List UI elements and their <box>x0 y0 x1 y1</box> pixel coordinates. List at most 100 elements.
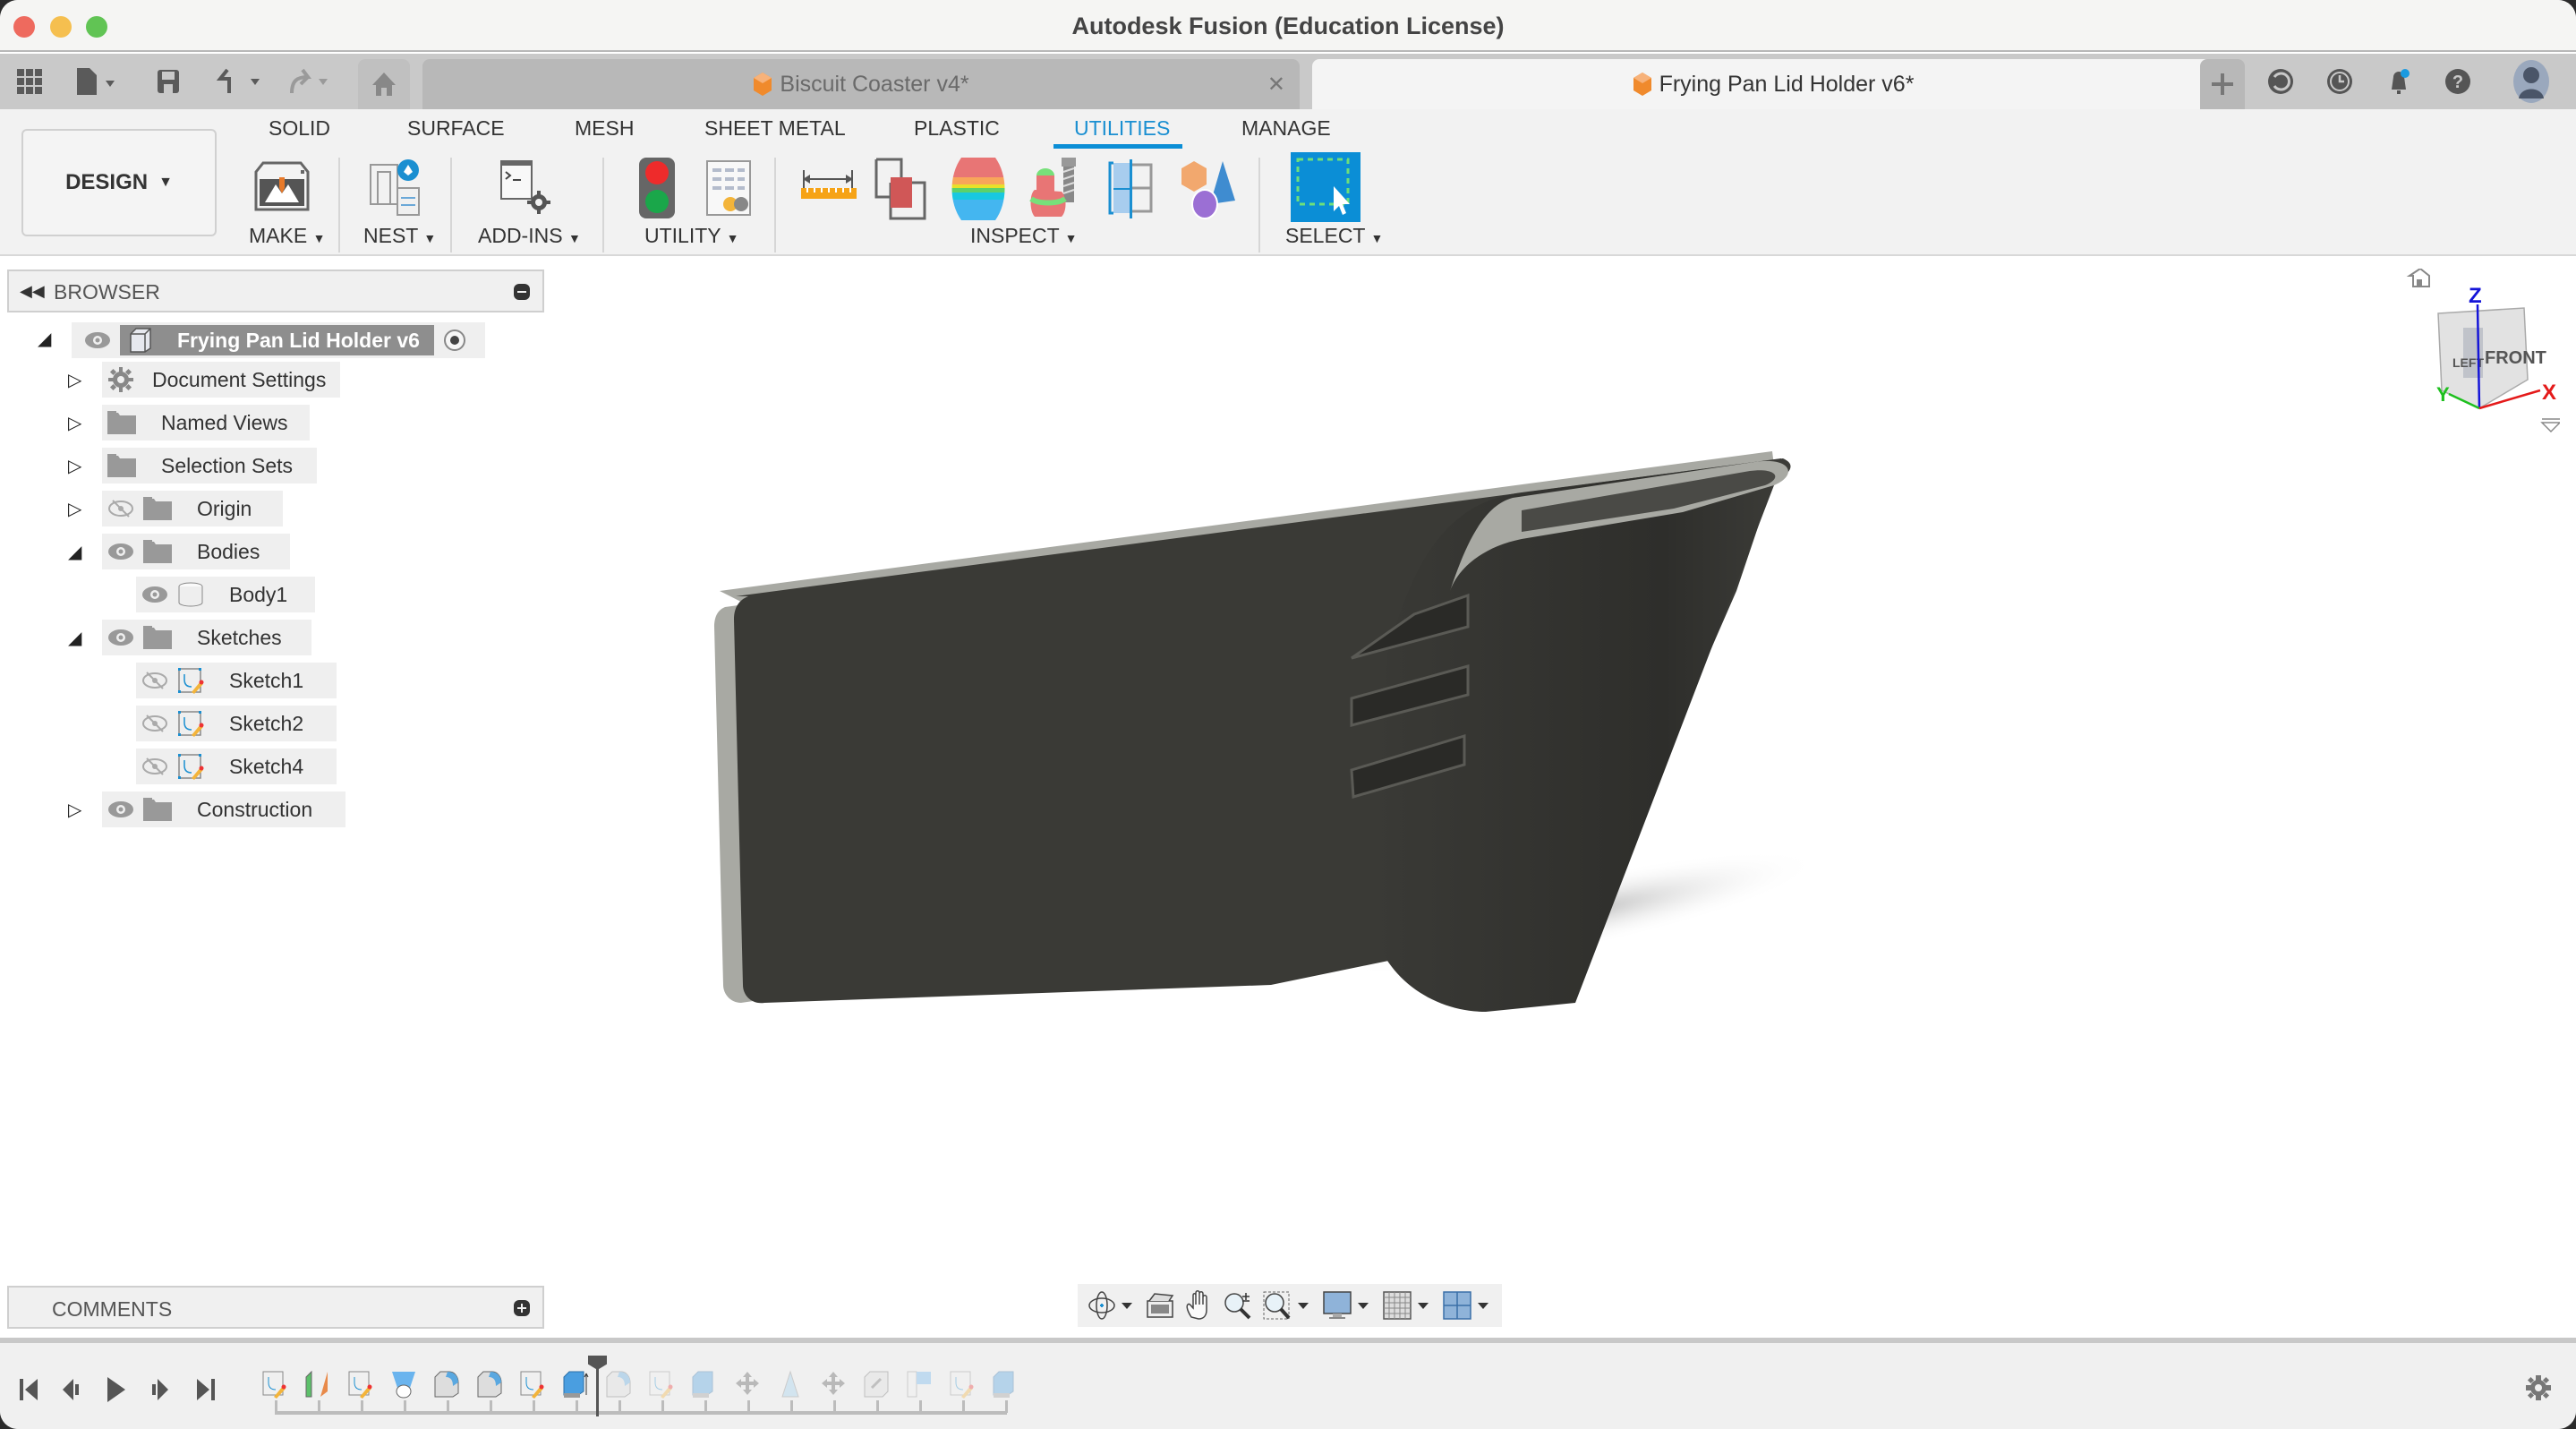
timeline-extrude-feature[interactable] <box>992 1370 1019 1399</box>
expand-arrow-icon[interactable]: ▷ <box>68 498 81 520</box>
visibility-eye-icon[interactable] <box>84 331 111 349</box>
tab-solid[interactable]: SOLID <box>269 116 330 141</box>
3d-print-icon[interactable] <box>252 158 311 220</box>
browser-item-origin[interactable]: Origin <box>102 491 283 526</box>
parameters-table-icon[interactable] <box>698 158 757 220</box>
3d-viewport-model[interactable] <box>680 412 1844 1039</box>
tab-plastic[interactable]: PLASTIC <box>914 116 1000 141</box>
browser-root-item[interactable]: Frying Pan Lid Holder v6 <box>72 322 485 358</box>
browser-item-sketch4[interactable]: Sketch4 <box>136 749 337 784</box>
grid-snaps-icon[interactable] <box>1382 1290 1432 1321</box>
collapse-arrow-icon[interactable]: ◢ <box>68 627 81 649</box>
measure-icon[interactable] <box>799 158 858 220</box>
visibility-hidden-icon[interactable] <box>141 672 168 689</box>
play-icon[interactable] <box>104 1377 127 1402</box>
minimize-panel-icon[interactable] <box>514 284 530 300</box>
timeline-sketch-feature[interactable] <box>949 1370 976 1399</box>
home-tab[interactable] <box>358 59 410 109</box>
add-comment-icon[interactable] <box>514 1300 530 1316</box>
save-icon[interactable] <box>154 66 183 97</box>
go-to-end-icon[interactable] <box>193 1377 217 1402</box>
timeline-plane-feature[interactable] <box>304 1370 331 1399</box>
tab-utilities[interactable]: UTILITIES <box>1074 116 1170 141</box>
select-group-menu[interactable]: SELECT ▼ <box>1285 224 1383 248</box>
timeline-joint-feature[interactable] <box>863 1370 890 1399</box>
traffic-light-icon[interactable] <box>627 158 686 220</box>
browser-item-named-views[interactable]: Named Views <box>102 405 310 441</box>
browser-item-sketch2[interactable]: Sketch2 <box>136 706 337 741</box>
visibility-eye-icon[interactable] <box>107 629 134 646</box>
visibility-hidden-icon[interactable] <box>107 500 134 518</box>
timeline-draft-feature[interactable] <box>777 1370 804 1399</box>
timeline-fillet-feature[interactable] <box>433 1370 460 1399</box>
history-clock-icon[interactable] <box>2324 66 2356 97</box>
browser-item-body1[interactable]: Body1 <box>136 577 315 612</box>
timeline-sketch-feature[interactable] <box>261 1370 288 1399</box>
workspace-switcher-button[interactable]: DESIGN ▼ <box>21 129 217 236</box>
redo-icon[interactable] <box>281 66 337 97</box>
timeline-extrude-feature[interactable] <box>691 1370 718 1399</box>
scripts-addins-icon[interactable] <box>498 158 557 220</box>
notifications-bell-icon[interactable] <box>2383 66 2415 97</box>
display-settings-icon[interactable] <box>1322 1290 1372 1321</box>
orbit-icon[interactable] <box>1088 1290 1136 1321</box>
new-tab-button[interactable] <box>2200 59 2245 109</box>
data-panel-grid-icon[interactable] <box>14 66 45 97</box>
visibility-eye-icon[interactable] <box>107 800 134 818</box>
browser-item-bodies[interactable]: Bodies <box>102 534 290 569</box>
timeline-extrude-feature[interactable] <box>562 1370 589 1399</box>
tab-frying-pan-lid-holder[interactable]: Frying Pan Lid Holder v6* ✕ <box>1312 59 2234 109</box>
inspect-group-menu[interactable]: INSPECT ▼ <box>970 224 1078 248</box>
timeline-sketch-feature[interactable] <box>648 1370 675 1399</box>
tab-surface[interactable]: SURFACE <box>407 116 505 141</box>
timeline-marker-handle[interactable] <box>588 1356 607 1370</box>
timeline-loft-feature[interactable] <box>390 1370 417 1399</box>
pan-hand-icon[interactable] <box>1184 1290 1213 1321</box>
make-group-menu[interactable]: MAKE ▼ <box>249 224 325 248</box>
browser-item-document-settings[interactable]: Document Settings <box>102 362 340 398</box>
visibility-hidden-icon[interactable] <box>141 714 168 732</box>
viewcube-menu-icon[interactable] <box>2540 418 2560 433</box>
browser-item-sketch1[interactable]: Sketch1 <box>136 663 337 698</box>
add-ins-group-menu[interactable]: ADD-INS ▼ <box>478 224 581 248</box>
timeline-move-feature[interactable] <box>734 1370 761 1399</box>
browser-item-selection-sets[interactable]: Selection Sets <box>102 448 317 483</box>
fit-window-zoom-icon[interactable] <box>1262 1290 1312 1321</box>
go-to-start-icon[interactable] <box>18 1377 41 1402</box>
visibility-hidden-icon[interactable] <box>141 757 168 775</box>
tab-manage[interactable]: MANAGE <box>1241 116 1331 141</box>
browser-item-construction[interactable]: Construction <box>102 792 345 827</box>
help-icon[interactable]: ? <box>2442 66 2474 97</box>
cube-face-front[interactable]: FRONT <box>2485 348 2546 368</box>
tab-mesh[interactable]: MESH <box>575 116 634 141</box>
section-analysis-icon[interactable] <box>1106 158 1165 220</box>
step-forward-icon[interactable] <box>149 1377 172 1402</box>
interference-icon[interactable] <box>873 158 932 220</box>
collapse-arrow-icon[interactable]: ◢ <box>68 541 81 563</box>
viewcube[interactable]: LEFT FRONT Z Y X <box>2381 269 2560 448</box>
collapse-panel-icon[interactable]: ◀◀ <box>20 282 45 301</box>
expand-arrow-icon[interactable]: ▷ <box>68 799 81 821</box>
browser-item-sketches[interactable]: Sketches <box>102 620 311 655</box>
select-window-icon[interactable] <box>1291 152 1361 224</box>
job-status-icon[interactable] <box>2265 66 2297 97</box>
timeline-sketch-feature[interactable] <box>347 1370 374 1399</box>
tab-sheet-metal[interactable]: SHEET METAL <box>704 116 846 141</box>
step-back-icon[interactable] <box>61 1377 84 1402</box>
draft-analysis-icon[interactable] <box>1026 158 1085 220</box>
expand-arrow-icon[interactable]: ▷ <box>68 369 81 391</box>
expand-arrow-icon[interactable]: ▷ <box>68 412 81 434</box>
viewports-icon[interactable] <box>1442 1290 1492 1321</box>
user-avatar[interactable] <box>2512 60 2551 103</box>
expand-arrow-icon[interactable]: ▷ <box>68 455 81 477</box>
nest-icon[interactable] <box>367 158 426 220</box>
collapse-arrow-icon[interactable]: ◢ <box>38 328 51 350</box>
timeline-fillet-feature[interactable] <box>476 1370 503 1399</box>
close-tab-icon[interactable]: ✕ <box>1267 72 1285 98</box>
timeline-settings-gear-icon[interactable] <box>2524 1373 2553 1402</box>
undo-icon[interactable] <box>213 66 269 97</box>
timeline-fillet-feature[interactable] <box>605 1370 632 1399</box>
component-color-cycling-icon[interactable] <box>1180 158 1239 220</box>
visibility-eye-icon[interactable] <box>141 586 168 603</box>
timeline-sketch-feature[interactable] <box>519 1370 546 1399</box>
